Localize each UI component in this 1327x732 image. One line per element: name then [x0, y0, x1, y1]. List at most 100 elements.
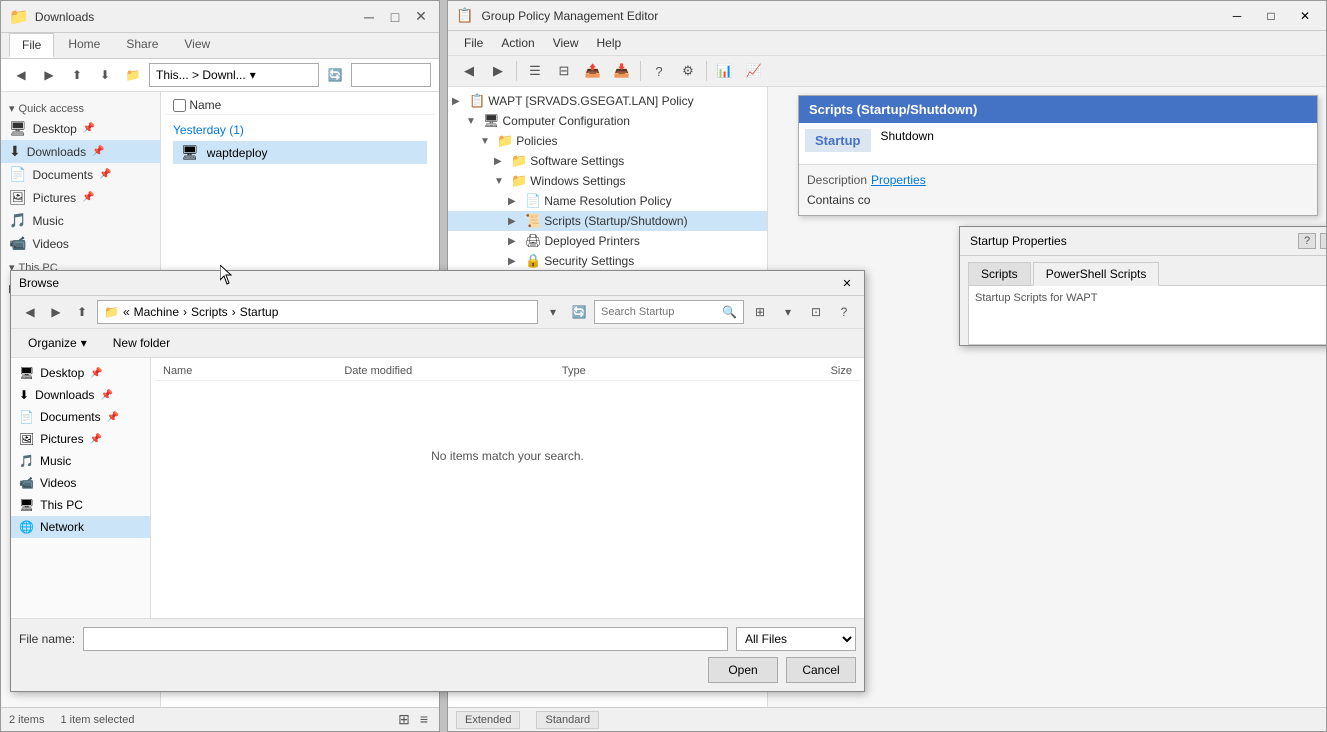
import-btn[interactable]: 📥: [609, 59, 635, 83]
date-group-label[interactable]: Yesterday (1): [173, 119, 427, 141]
browse-sidebar-downloads[interactable]: ⬇ Downloads 📌: [11, 384, 150, 406]
new-folder-button[interactable]: New folder: [104, 332, 179, 354]
minimize-button[interactable]: ─: [359, 7, 379, 27]
up-button[interactable]: ⬆: [65, 64, 89, 86]
tile-view-button[interactable]: ⊞: [395, 710, 413, 729]
filename-label: File name:: [19, 632, 75, 646]
tree-scripts[interactable]: ▶ 📜 Scripts (Startup/Shutdown): [448, 211, 767, 231]
details-btn[interactable]: ⊟: [551, 59, 577, 83]
refresh-button[interactable]: 🔄: [323, 64, 347, 86]
browse-sidebar-network[interactable]: 🌐 Network: [11, 516, 150, 538]
sec-icon: 🔒: [525, 253, 541, 269]
browse-desktop-icon: 🖥: [19, 366, 34, 380]
open-button[interactable]: Open: [708, 657, 778, 683]
filetype-select[interactable]: All Files: [736, 627, 856, 651]
tree-windows-settings[interactable]: ▼ 📁 Windows Settings: [448, 171, 767, 191]
file-item-waptdeploy[interactable]: 🖥 waptdeploy: [173, 141, 427, 164]
tab-home[interactable]: Home: [56, 33, 112, 58]
browse-back-button[interactable]: ◀: [19, 301, 41, 323]
filename-input[interactable]: [83, 627, 728, 651]
startup-tab-scripts[interactable]: Scripts: [968, 262, 1031, 285]
browse-sidebar-documents[interactable]: 📄 Documents 📌: [11, 406, 150, 428]
browse-up-button[interactable]: ⬆: [71, 301, 93, 323]
menu-help[interactable]: Help: [589, 33, 630, 53]
browse-sidebar-pictures[interactable]: 🖼 Pictures 📌: [11, 428, 150, 450]
sidebar-item-pictures[interactable]: 🖼 Pictures 📌: [1, 186, 160, 209]
browse-view-btn2[interactable]: ▾: [776, 301, 800, 323]
another-btn[interactable]: ⚙: [675, 59, 701, 83]
select-all-checkbox[interactable]: [173, 99, 186, 112]
sidebar-item-music[interactable]: 🎵 Music: [1, 209, 160, 232]
extra-btn2[interactable]: 📈: [741, 59, 767, 83]
forward-tool-btn[interactable]: ▶: [485, 59, 511, 83]
back-tool-btn[interactable]: ◀: [456, 59, 482, 83]
back-button[interactable]: ◀: [9, 64, 33, 86]
extra-btn1[interactable]: 📊: [712, 59, 738, 83]
tree-security-settings[interactable]: ▶ 🔒 Security Settings: [448, 251, 767, 271]
menu-file[interactable]: File: [456, 33, 491, 53]
browse-refresh-button[interactable]: 🔄: [568, 301, 590, 323]
tab-share[interactable]: Share: [114, 33, 170, 58]
gpe-minimize[interactable]: ─: [1224, 6, 1250, 26]
props-link[interactable]: Properties: [871, 173, 926, 187]
address-bar[interactable]: This... > Downl... ▾: [149, 63, 319, 87]
browse-sidebar-music[interactable]: 🎵 Music: [11, 450, 150, 472]
tree-computer-config[interactable]: ▼ 🖥 Computer Configuration: [448, 111, 767, 131]
browse-view-btn1[interactable]: ⊞: [748, 301, 772, 323]
close-button[interactable]: ✕: [411, 7, 431, 27]
sidebar-item-documents[interactable]: 📄 Documents 📌: [1, 163, 160, 186]
toolbar-sep3: [706, 61, 707, 81]
tree-root[interactable]: ▶ 📋 WAPT [SRVADS.GSEGAT.LAN] Policy: [448, 91, 767, 111]
browse-close-button[interactable]: ✕: [838, 275, 856, 291]
sidebar-item-videos[interactable]: 📹 Videos: [1, 232, 160, 255]
browse-addr-sep3: ›: [232, 305, 236, 319]
browse-search-input[interactable]: [601, 306, 718, 318]
browse-dropdown-button[interactable]: ▾: [542, 301, 564, 323]
quick-access-toggle[interactable]: ▾: [9, 102, 15, 115]
ss-icon: 📁: [511, 153, 527, 169]
extended-tab[interactable]: Extended: [456, 711, 520, 729]
cancel-button[interactable]: Cancel: [786, 657, 856, 683]
standard-tab[interactable]: Standard: [536, 711, 599, 729]
menu-action[interactable]: Action: [493, 33, 542, 53]
browse-sidebar-thispc[interactable]: 🖥 This PC: [11, 494, 150, 516]
tree-name-resolution[interactable]: ▶ 📄 Name Resolution Policy: [448, 191, 767, 211]
browse-address-bar[interactable]: 📁 « Machine › Scripts › Startup: [97, 300, 538, 324]
tree-deployed-printers[interactable]: ▶ 🖨 Deployed Printers: [448, 231, 767, 251]
startup-props-title: Startup Properties: [970, 234, 1067, 248]
gpe-close[interactable]: ✕: [1292, 6, 1318, 26]
sidebar-item-desktop[interactable]: 🖥 Desktop 📌: [1, 117, 160, 140]
show-hide-btn[interactable]: ☰: [522, 59, 548, 83]
gpe-maximize[interactable]: □: [1258, 6, 1284, 26]
sidebar-item-downloads[interactable]: ⬇ Downloads 📌: [1, 140, 160, 163]
organize-button[interactable]: Organize ▾: [19, 332, 96, 354]
startup-props-close[interactable]: ✕: [1320, 233, 1326, 249]
col-size[interactable]: Size: [743, 365, 852, 377]
col-name[interactable]: Name: [163, 365, 344, 377]
menu-view[interactable]: View: [545, 33, 587, 53]
browse-forward-button[interactable]: ▶: [45, 301, 67, 323]
address-dropdown-icon[interactable]: ▾: [250, 68, 256, 82]
startup-props-help[interactable]: ?: [1298, 233, 1316, 249]
browse-pane-btn[interactable]: ⊡: [804, 301, 828, 323]
col-date[interactable]: Date modified: [344, 365, 562, 377]
recent-button[interactable]: ⬇: [93, 64, 117, 86]
tab-view[interactable]: View: [172, 33, 222, 58]
forward-button[interactable]: ▶: [37, 64, 61, 86]
tree-software-settings[interactable]: ▶ 📁 Software Settings: [448, 151, 767, 171]
tab-file[interactable]: File: [9, 33, 54, 58]
browse-sidebar-desktop[interactable]: 🖥 Desktop 📌: [11, 362, 150, 384]
gpe-titlebar: 📋 Group Policy Management Editor ─ □ ✕: [448, 1, 1326, 31]
browse-help-btn[interactable]: ?: [832, 301, 856, 323]
browse-downloads-icon: ⬇: [19, 388, 29, 402]
export-btn[interactable]: 📤: [580, 59, 606, 83]
list-view-button[interactable]: ≡: [417, 710, 431, 729]
tree-policies[interactable]: ▼ 📁 Policies: [448, 131, 767, 151]
maximize-button[interactable]: □: [385, 7, 405, 27]
startup-tab-powershell[interactable]: PowerShell Scripts: [1033, 262, 1160, 286]
col-type[interactable]: Type: [562, 365, 743, 377]
help-btn[interactable]: ?: [646, 59, 672, 83]
browse-sidebar-videos[interactable]: 📹 Videos: [11, 472, 150, 494]
pol-icon: 📁: [497, 133, 513, 149]
search-input[interactable]: [351, 63, 431, 87]
